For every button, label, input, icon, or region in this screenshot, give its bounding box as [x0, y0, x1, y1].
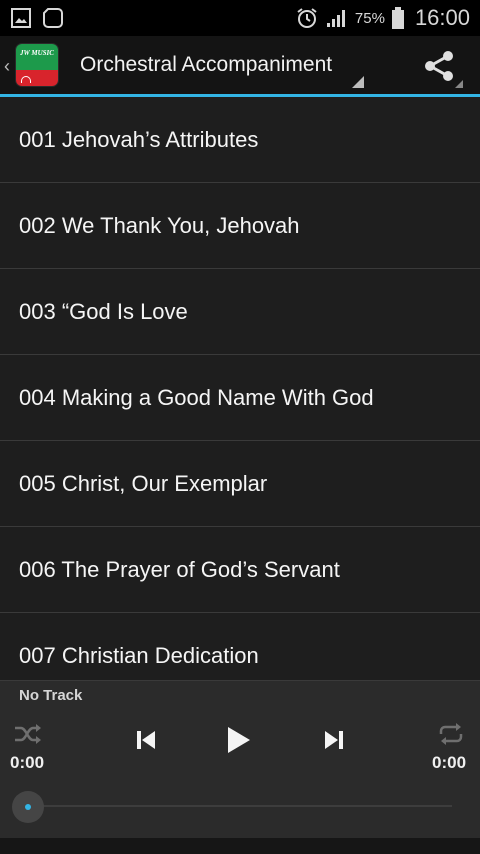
- shuffle-button[interactable]: [10, 719, 46, 749]
- track-title: 005 Christ, Our Exemplar: [19, 470, 268, 496]
- clock: 16:00: [414, 5, 470, 30]
- action-bar: ‹ JW MUSIC Orchestral Accompaniment: [0, 36, 480, 94]
- list-item[interactable]: 007 Christian Dedication: [0, 613, 480, 680]
- total-time: 0:00: [432, 753, 467, 772]
- up-caret-icon: ‹: [4, 56, 10, 76]
- headphones-icon: [21, 76, 31, 83]
- next-button[interactable]: [318, 725, 350, 755]
- list-item[interactable]: 002 We Thank You, Jehovah: [0, 183, 480, 269]
- app-logo-text: JW MUSIC: [20, 49, 54, 57]
- track-title: 007 Christian Dedication: [19, 642, 259, 668]
- repeat-icon: [439, 723, 463, 745]
- elapsed-time: 0:00: [10, 753, 45, 772]
- navigation-bar: [0, 838, 480, 854]
- share-overflow-triangle-icon: [455, 80, 463, 88]
- repeat-button[interactable]: [434, 719, 468, 749]
- title-spinner[interactable]: Orchestral Accompaniment: [70, 36, 370, 94]
- share-icon: [425, 51, 453, 81]
- shuffle-icon: [15, 724, 41, 744]
- signal-icon: [326, 10, 345, 27]
- list-item[interactable]: 003 “God Is Love: [0, 269, 480, 355]
- battery-percent: 75%: [354, 9, 385, 27]
- gallery-notification-icon: [11, 8, 31, 28]
- player-panel: No Track 0:00 0:00: [0, 680, 480, 839]
- app-logo-icon: JW MUSIC: [16, 44, 58, 86]
- seek-bar[interactable]: [28, 805, 452, 807]
- previous-button[interactable]: [130, 725, 162, 755]
- skip-previous-icon: [137, 731, 155, 749]
- home-up-button[interactable]: ‹ JW MUSIC: [0, 36, 66, 94]
- app-notification-icon: [43, 8, 63, 28]
- status-bar: 75% 16:00: [0, 0, 480, 36]
- list-item[interactable]: 004 Making a Good Name With God: [0, 355, 480, 441]
- page-title: Orchestral Accompaniment: [80, 53, 333, 76]
- list-item[interactable]: 005 Christ, Our Exemplar: [0, 441, 480, 527]
- battery-icon: [391, 7, 404, 29]
- list-item[interactable]: 006 The Prayer of God’s Servant: [0, 527, 480, 613]
- track-title: 004 Making a Good Name With God: [19, 384, 374, 410]
- track-title: 003 “God Is Love: [19, 298, 188, 324]
- play-button[interactable]: [220, 723, 256, 757]
- share-button[interactable]: [420, 48, 460, 84]
- skip-next-icon: [325, 731, 343, 749]
- seek-dot-icon: [25, 804, 31, 810]
- spinner-triangle-icon: [352, 76, 364, 88]
- track-list[interactable]: 001 Jehovah’s Attributes 002 We Thank Yo…: [0, 97, 480, 680]
- track-title: 006 The Prayer of God’s Servant: [19, 556, 340, 582]
- track-title: 001 Jehovah’s Attributes: [19, 126, 259, 152]
- seek-thumb[interactable]: [12, 791, 44, 823]
- play-icon: [228, 727, 250, 753]
- now-playing-label: No Track: [19, 687, 83, 704]
- list-item[interactable]: 001 Jehovah’s Attributes: [0, 97, 480, 183]
- alarm-icon: [297, 8, 317, 28]
- track-title: 002 We Thank You, Jehovah: [19, 212, 300, 238]
